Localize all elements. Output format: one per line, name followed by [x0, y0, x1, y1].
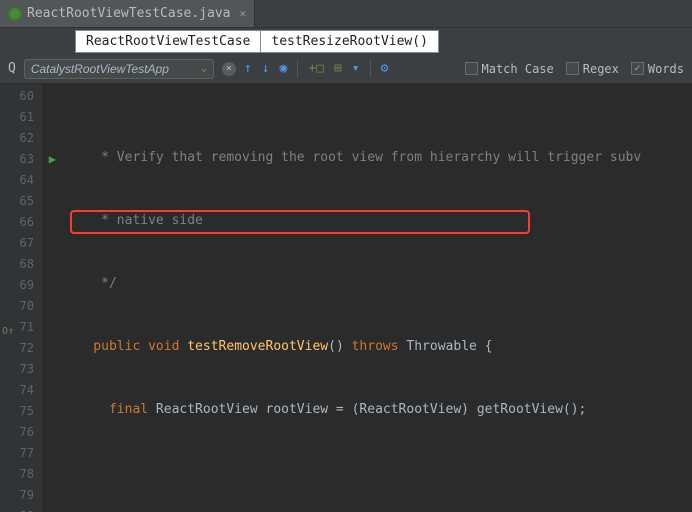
clear-icon[interactable]: × — [222, 62, 236, 76]
filter-button[interactable]: ▾ — [352, 61, 360, 76]
regex-check[interactable]: Regex — [566, 62, 619, 76]
settings-icon[interactable]: ⚙ — [381, 61, 389, 76]
line-number[interactable]: 78 — [0, 464, 42, 485]
search-input[interactable] — [31, 62, 201, 76]
gutter: 60 61 62 63▶ 64 65 66 67 68 69 70 71O↑ 7… — [0, 84, 42, 512]
code-line: * Verify that removing the root view fro… — [62, 147, 692, 168]
tab-bar: ReactRootViewTestCase.java × — [0, 0, 692, 28]
line-number[interactable]: 65 — [0, 191, 42, 212]
words-label: Words — [648, 62, 684, 76]
checkbox-icon — [566, 62, 579, 75]
search-icon: Q — [8, 61, 16, 76]
editor: 60 61 62 63▶ 64 65 66 67 68 69 70 71O↑ 7… — [0, 84, 692, 512]
line-number[interactable]: 63▶ — [0, 149, 42, 170]
match-case-label: Match Case — [482, 62, 554, 76]
close-icon[interactable]: × — [240, 7, 247, 20]
code-line — [62, 462, 692, 483]
code-line: */ — [62, 273, 692, 294]
line-number[interactable]: 62 — [0, 128, 42, 149]
checkbox-icon — [465, 62, 478, 75]
select-occurrences-button[interactable]: ⊞ — [334, 61, 342, 76]
line-number[interactable]: 66 — [0, 212, 42, 233]
line-number[interactable]: 75 — [0, 401, 42, 422]
line-number[interactable]: 73 — [0, 359, 42, 380]
tab-filename: ReactRootViewTestCase.java — [27, 6, 231, 21]
breadcrumb-class[interactable]: ReactRootViewTestCase — [75, 30, 261, 53]
line-number[interactable]: 74 — [0, 380, 42, 401]
regex-label: Regex — [583, 62, 619, 76]
add-selection-button[interactable]: +□ — [308, 61, 324, 76]
breadcrumb-method[interactable]: testResizeRootView() — [260, 30, 439, 53]
code-area[interactable]: * Verify that removing the root view fro… — [42, 84, 692, 512]
line-number[interactable]: 69 — [0, 275, 42, 296]
line-number[interactable]: 72 — [0, 338, 42, 359]
line-number[interactable]: 61 — [0, 107, 42, 128]
line-number[interactable]: 60 — [0, 86, 42, 107]
code-line: final ReactRootView rootView = (ReactRoo… — [62, 399, 692, 420]
match-case-check[interactable]: Match Case — [465, 62, 554, 76]
line-number[interactable]: 77 — [0, 443, 42, 464]
line-number[interactable]: 76 — [0, 422, 42, 443]
select-all-button[interactable]: ◉ — [279, 61, 287, 76]
checkbox-icon: ✓ — [631, 62, 644, 75]
next-match-button[interactable]: ↓ — [262, 61, 270, 76]
code-line: * native side — [62, 210, 692, 231]
separator — [297, 60, 298, 78]
java-class-icon — [8, 7, 22, 21]
line-number[interactable]: 68 — [0, 254, 42, 275]
prev-match-button[interactable]: ↑ — [244, 61, 252, 76]
line-number[interactable]: 79 — [0, 485, 42, 506]
search-input-wrap[interactable]: ⌄ — [24, 59, 214, 79]
history-icon[interactable]: ⌄ — [201, 63, 207, 74]
find-toolbar: ↑ ↓ ◉ +□ ⊞ ▾ ⚙ — [244, 60, 389, 78]
separator — [370, 60, 371, 78]
find-bar: Q ⌄ × ↑ ↓ ◉ +□ ⊞ ▾ ⚙ Match Case Regex ✓ … — [0, 54, 692, 84]
line-number[interactable]: 67 — [0, 233, 42, 254]
line-number[interactable]: 70 — [0, 296, 42, 317]
line-number[interactable]: 80 — [0, 506, 42, 512]
editor-tab[interactable]: ReactRootViewTestCase.java × — [0, 0, 255, 27]
line-number[interactable]: 71O↑ — [0, 317, 42, 338]
breadcrumb: ReactRootViewTestCase testResizeRootView… — [0, 28, 692, 54]
words-check[interactable]: ✓ Words — [631, 62, 684, 76]
code-line: public void testRemoveRootView() throws … — [62, 336, 692, 357]
line-number[interactable]: 64 — [0, 170, 42, 191]
override-icon[interactable]: O↑ — [2, 321, 14, 333]
